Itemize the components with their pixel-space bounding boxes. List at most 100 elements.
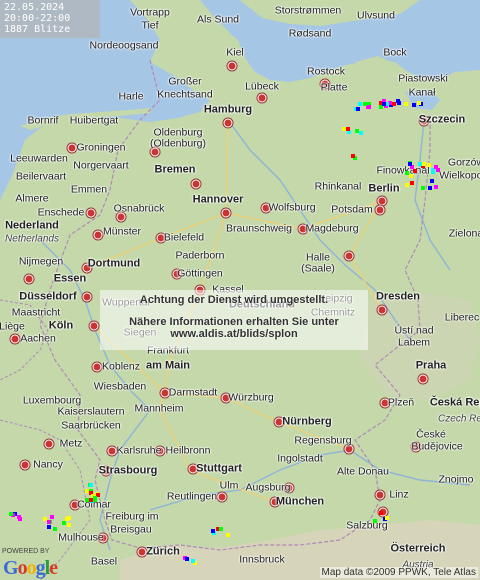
lightning-strike-marker xyxy=(17,515,22,520)
city-label: Metz xyxy=(59,437,83,450)
lightning-strike-marker xyxy=(413,168,418,173)
city-label: Linz xyxy=(389,488,409,501)
notice-line-2: Nähere Informationen erhalten Sie unter xyxy=(129,316,339,328)
city-label: (Saale) xyxy=(301,262,335,275)
city-label: Stuttgart xyxy=(196,462,242,475)
city-marker xyxy=(137,547,147,557)
city-label: Wiesbaden xyxy=(93,380,147,393)
city-marker xyxy=(92,362,102,372)
city-label: Budějovice xyxy=(411,440,463,453)
lightning-strike-marker xyxy=(210,529,215,534)
city-label: Beilervaart xyxy=(15,170,67,183)
lightning-strike-marker xyxy=(218,526,223,531)
city-label: Münster xyxy=(103,225,141,238)
city-marker xyxy=(44,439,54,449)
city-label: Emmen xyxy=(70,183,108,196)
city-label: Alte Donau xyxy=(337,465,389,478)
city-marker xyxy=(191,179,201,189)
city-label: Als Sund xyxy=(196,13,240,26)
lightning-strike-marker xyxy=(351,153,356,158)
city-label: Labem xyxy=(397,336,431,349)
city-label: Heilbronn xyxy=(165,444,211,457)
city-label: (Oldenburg) xyxy=(149,137,207,150)
city-marker xyxy=(107,446,117,456)
lightning-strike-marker xyxy=(426,162,431,167)
city-label: Maastricht xyxy=(11,306,61,319)
powered-by-label: POWERED BY xyxy=(2,548,50,555)
city-label: Dresden xyxy=(375,290,421,303)
city-marker xyxy=(86,208,96,218)
city-label: Nancy xyxy=(33,458,63,471)
city-label: Almere xyxy=(15,192,49,205)
lightning-strike-marker xyxy=(89,483,94,488)
city-label: Bremen xyxy=(154,163,196,176)
lightning-strike-marker xyxy=(46,524,51,529)
notice-line-1: Achtung der Dienst wird umgestellt. xyxy=(139,294,329,306)
city-label: Bornrif xyxy=(27,114,59,127)
city-label: Nederland xyxy=(5,219,59,232)
lightning-strike-marker xyxy=(428,186,433,191)
lightning-strike-marker xyxy=(385,516,390,521)
lightning-strike-marker xyxy=(67,522,72,527)
lightning-strike-marker xyxy=(355,129,360,134)
city-label: Ulm xyxy=(219,479,239,492)
city-label: Innsbruck xyxy=(239,553,285,566)
city-label: Koblenz xyxy=(102,360,140,373)
city-label: Augsburg xyxy=(245,481,291,494)
city-label: Liberec xyxy=(444,311,480,324)
city-label: Hamburg xyxy=(203,103,253,116)
city-label: Gorzów xyxy=(447,156,480,169)
info-date: 22.05.2024 xyxy=(4,2,65,13)
lightning-strike-marker xyxy=(9,511,14,516)
city-label: Zielona xyxy=(448,227,480,240)
city-label: Mulhouse xyxy=(58,531,104,544)
city-marker xyxy=(20,460,30,470)
city-label: Kanał xyxy=(408,86,436,99)
city-label: Czech Re xyxy=(438,413,480,425)
city-label: Osnabrück xyxy=(113,202,165,215)
city-marker xyxy=(93,230,103,240)
city-marker xyxy=(227,61,237,71)
city-label: Zürich xyxy=(146,545,180,558)
notice-link[interactable]: www.aldis.at/blids/splon xyxy=(100,328,368,340)
lightning-strike-marker xyxy=(434,165,439,170)
city-label: České xyxy=(416,428,446,441)
city-label: Praha xyxy=(415,359,447,372)
google-logo[interactable]: Google xyxy=(3,557,58,580)
city-label: Nordeoogsand xyxy=(89,39,159,52)
city-label: Potsdam xyxy=(331,203,373,216)
city-label: Düsseldorf xyxy=(19,290,77,303)
city-label: Wolfsburg xyxy=(268,201,316,214)
city-label: Ulvsund xyxy=(357,9,395,22)
city-label: Lübeck xyxy=(245,80,279,93)
city-marker xyxy=(377,305,387,315)
lightning-strike-marker xyxy=(420,186,425,191)
lightning-strike-marker xyxy=(381,102,386,107)
city-marker xyxy=(221,208,231,218)
lightning-strike-marker xyxy=(416,101,421,106)
city-label: Österreich xyxy=(390,542,446,555)
city-marker xyxy=(223,118,233,128)
city-label: Berlin xyxy=(368,182,400,195)
city-label: Köln xyxy=(48,319,74,332)
city-label: Dortmund xyxy=(87,257,141,270)
city-label: München xyxy=(275,495,325,508)
city-marker xyxy=(375,205,385,215)
lightning-strike-marker xyxy=(404,101,409,106)
lightning-strike-marker xyxy=(52,526,57,531)
city-label: Saarbrücken xyxy=(61,419,121,432)
city-label: Huibertgat xyxy=(69,114,119,127)
city-label: Essen xyxy=(53,272,87,285)
info-time-range: 20:00-22:00 xyxy=(4,13,71,24)
city-label: Szczecin xyxy=(418,113,466,126)
city-label: Magdeburg xyxy=(305,222,359,235)
notice-overlay: Achtung der Dienst wird umgestellt. Nähe… xyxy=(100,290,368,350)
lightning-strike-marker xyxy=(359,131,364,136)
lightning-strike-marker xyxy=(407,162,412,167)
lightning-strike-marker xyxy=(62,520,67,525)
city-label: Wielkopol xyxy=(439,169,480,182)
lightning-strike-marker xyxy=(355,107,360,112)
city-label: Platte xyxy=(320,81,348,94)
city-label: Nürnberg xyxy=(282,415,332,428)
city-label: Liège xyxy=(0,320,25,333)
